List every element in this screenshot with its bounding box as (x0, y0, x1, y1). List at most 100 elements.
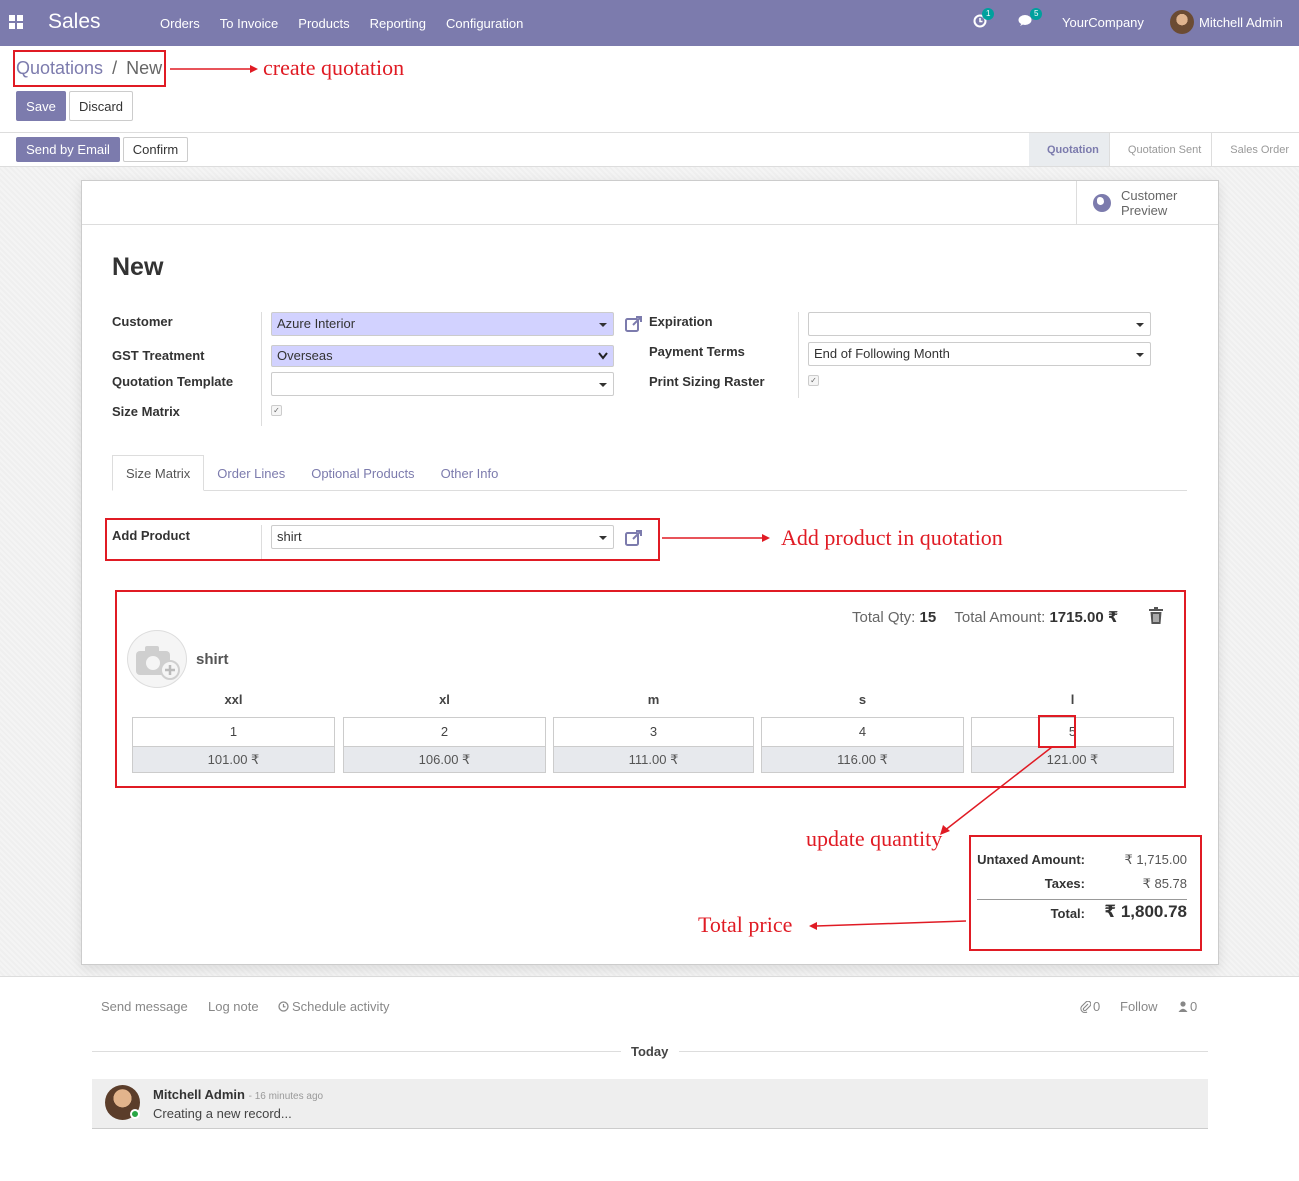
add-product-value: shirt (277, 529, 302, 544)
price-xl: 106.00 ₹ (343, 747, 546, 773)
taxes-label: Taxes: (1044, 876, 1085, 891)
trash-icon[interactable] (1148, 607, 1164, 625)
print-sizing-raster-checkbox[interactable]: ✓ (808, 375, 819, 386)
annotation-box-breadcrumb (13, 50, 166, 87)
matrix-product-name: shirt (196, 651, 229, 668)
paperclip-icon (1080, 1000, 1091, 1013)
camera-add-icon (136, 646, 180, 680)
menu-orders[interactable]: Orders (150, 16, 210, 31)
company-switcher[interactable]: YourCompany (1062, 15, 1152, 30)
qty-input-xxl[interactable]: 1 (132, 717, 335, 747)
top-navbar: Sales Orders To Invoice Products Reporti… (0, 0, 1299, 46)
expiration-date-field[interactable] (808, 312, 1151, 336)
date-divider-label: Today (631, 1044, 669, 1059)
attachments-button[interactable]: 0 (1080, 999, 1100, 1014)
send-message-button[interactable]: Send message (101, 999, 188, 1014)
menu-configuration[interactable]: Configuration (436, 16, 533, 31)
gst-treatment-value: Overseas (277, 348, 333, 363)
annotation-update-quantity: update quantity (806, 826, 943, 851)
annotation-create-quotation: create quotation (263, 55, 405, 80)
payment-terms-field[interactable]: End of Following Month (808, 342, 1151, 366)
untaxed-amount-value: ₹ 1,715.00 (1124, 852, 1188, 867)
add-product-field[interactable]: shirt (271, 525, 614, 549)
payment-terms-value: End of Following Month (814, 346, 950, 361)
totals-divider (977, 899, 1187, 900)
qty-input-m[interactable]: 3 (553, 717, 754, 747)
message-header: Mitchell Admin - 16 minutes ago (153, 1087, 323, 1102)
qty-input-s[interactable]: 4 (761, 717, 964, 747)
tab-optional-products[interactable]: Optional Products (298, 455, 427, 491)
menu-reporting[interactable]: Reporting (360, 16, 436, 31)
schedule-activity-button[interactable]: Schedule activity (278, 999, 390, 1014)
print-sizing-raster-label: Print Sizing Raster (649, 374, 765, 389)
stage-pipeline: Quotation Quotation Sent Sales Order (1028, 133, 1299, 166)
stage-quotation-sent[interactable]: Quotation Sent (1108, 133, 1211, 166)
matrix-summary: Total Qty: 15 Total Amount: 1715.00 ₹ (852, 608, 1118, 626)
confirm-button[interactable]: Confirm (123, 137, 188, 162)
add-product-label: Add Product (112, 528, 190, 543)
total-amount-label: Total Amount: (954, 609, 1046, 626)
product-image[interactable] (127, 630, 187, 688)
globe-icon (1093, 193, 1111, 212)
quotation-template-field[interactable] (271, 372, 614, 396)
untaxed-amount-label: Untaxed Amount: (977, 852, 1085, 867)
size-header-m: m (647, 692, 660, 707)
menu-to-invoice[interactable]: To Invoice (210, 16, 289, 31)
annotation-arrow-create (170, 65, 258, 73)
chevron-down-icon (599, 536, 607, 540)
total-qty-value: 15 (919, 609, 937, 626)
stage-sales-order[interactable]: Sales Order (1211, 133, 1299, 166)
followers-count: 0 (1190, 999, 1198, 1014)
status-bar: Send by Email Confirm Quotation Quotatio… (0, 132, 1299, 167)
external-link-icon[interactable] (625, 315, 643, 333)
chevron-down-icon (599, 383, 607, 387)
save-button[interactable]: Save (16, 91, 66, 121)
annotation-box-qty (1038, 715, 1076, 748)
size-matrix-checkbox[interactable]: ✓ (271, 405, 282, 416)
menu-products[interactable]: Products (288, 16, 359, 31)
external-link-icon[interactable] (625, 529, 643, 547)
log-note-button[interactable]: Log note (208, 999, 259, 1014)
message-body: Creating a new record... (153, 1106, 292, 1121)
gst-treatment-select[interactable]: Overseas (271, 345, 614, 367)
stage-quotation[interactable]: Quotation (1028, 133, 1109, 166)
notebook-tabs: Size Matrix Order Lines Optional Product… (112, 455, 1187, 491)
follow-button[interactable]: Follow (1120, 999, 1158, 1014)
activity-clock-icon[interactable]: 1 (973, 8, 995, 32)
followers-button[interactable]: 0 (1178, 999, 1197, 1014)
user-menu[interactable]: Mitchell Admin (1170, 10, 1295, 34)
payment-terms-label: Payment Terms (649, 344, 745, 359)
messages-icon[interactable]: 5 (1018, 8, 1043, 32)
app-name[interactable]: Sales (48, 10, 101, 34)
customer-field[interactable]: Azure Interior (271, 312, 614, 336)
size-header-xl: xl (439, 692, 450, 707)
tab-size-matrix[interactable]: Size Matrix (112, 455, 205, 491)
price-xxl: 101.00 ₹ (132, 747, 335, 773)
online-status-icon (130, 1109, 140, 1119)
size-matrix-label: Size Matrix (112, 404, 180, 419)
group-divider (261, 312, 262, 426)
total-value: ₹ 1,800.78 (1104, 902, 1187, 921)
group-divider (798, 312, 799, 398)
send-by-email-button[interactable]: Send by Email (16, 137, 120, 162)
chevron-down-icon (1136, 323, 1144, 327)
qty-input-xl[interactable]: 2 (343, 717, 546, 747)
customer-preview-button[interactable]: Customer Preview (1076, 181, 1218, 224)
schedule-activity-label: Schedule activity (292, 999, 390, 1014)
record-title: New (112, 253, 164, 281)
total-qty-label: Total Qty: (852, 609, 916, 626)
discard-button[interactable]: Discard (69, 91, 133, 121)
annotation-add-product: Add product in quotation (781, 525, 1003, 550)
annotation-arrow-add-product (662, 534, 770, 542)
message-author[interactable]: Mitchell Admin (153, 1087, 245, 1102)
user-name: Mitchell Admin (1199, 14, 1283, 30)
customer-label: Customer (112, 314, 173, 329)
size-header-s: s (858, 692, 867, 707)
total-amount-value: 1715.00 ₹ (1049, 609, 1119, 626)
annotation-total-price: Total price (698, 912, 793, 937)
apps-menu-icon[interactable] (9, 15, 23, 29)
message-time: - 16 minutes ago (248, 1091, 324, 1102)
tab-other-info[interactable]: Other Info (428, 455, 512, 491)
customer-preview-label: Customer Preview (1121, 187, 1178, 218)
tab-order-lines[interactable]: Order Lines (204, 455, 298, 491)
